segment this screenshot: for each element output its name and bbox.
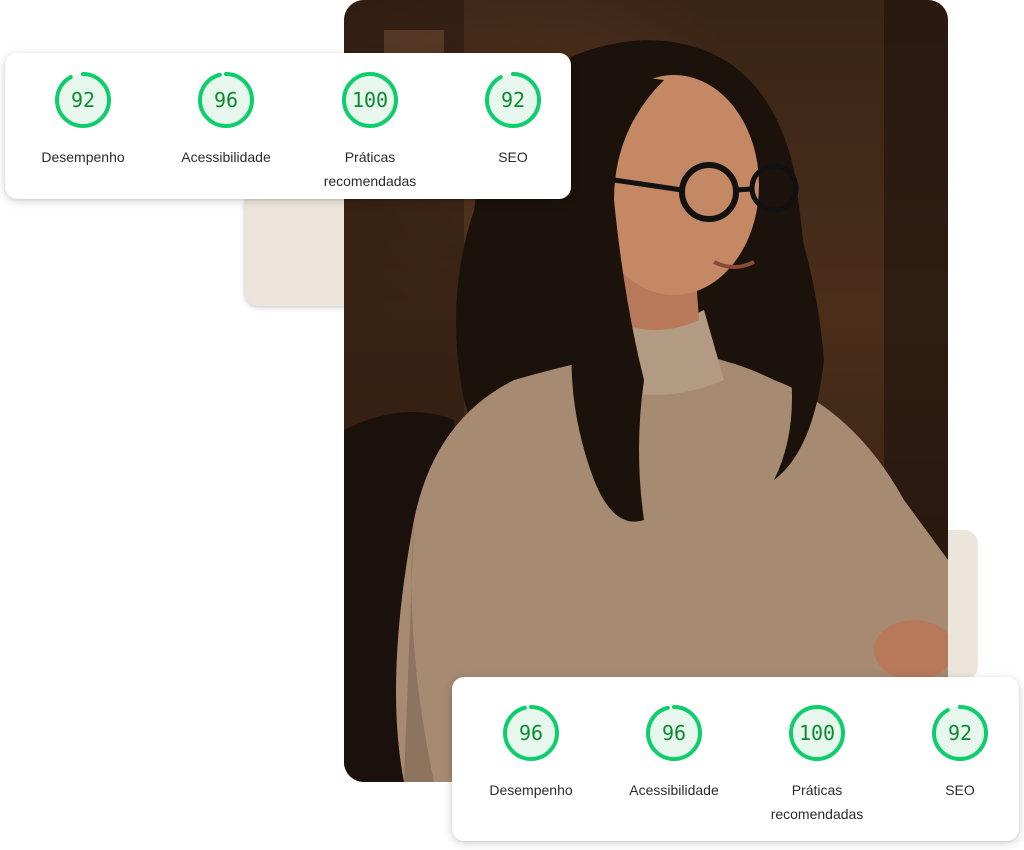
score-gauge: 96 [502, 704, 560, 762]
score-label: SEO [945, 782, 975, 798]
score-gauge: 92 [931, 704, 989, 762]
score-gauge: 92 [484, 71, 542, 129]
score-label: Desempenho [489, 782, 573, 798]
score-value: 96 [213, 88, 239, 112]
score-gauge: 100 [341, 71, 399, 129]
score-value: 92 [947, 721, 973, 745]
lighthouse-scores-card-top: 92 Desempenho 96 Acessibilidade 100 Prát… [5, 53, 571, 199]
score-label: Práticas recomendadas [770, 782, 864, 822]
score-label: Desempenho [41, 149, 125, 165]
score-gauge: 96 [645, 704, 703, 762]
score-value: 96 [518, 721, 544, 745]
score-gauge: 92 [54, 71, 112, 129]
score-label: Acessibilidade [629, 782, 719, 798]
score-value: 100 [351, 88, 389, 112]
score-value: 96 [661, 721, 687, 745]
score-gauge: 96 [197, 71, 255, 129]
score-label: Acessibilidade [181, 149, 271, 165]
score-gauge: 100 [788, 704, 846, 762]
score-label: Práticas recomendadas [323, 149, 417, 189]
score-value: 92 [500, 88, 526, 112]
lighthouse-scores-card-bottom: 96 Desempenho 96 Acessibilidade 100 Prát… [452, 677, 1019, 841]
score-value: 92 [70, 88, 96, 112]
score-value: 100 [798, 721, 836, 745]
score-label: SEO [498, 149, 528, 165]
